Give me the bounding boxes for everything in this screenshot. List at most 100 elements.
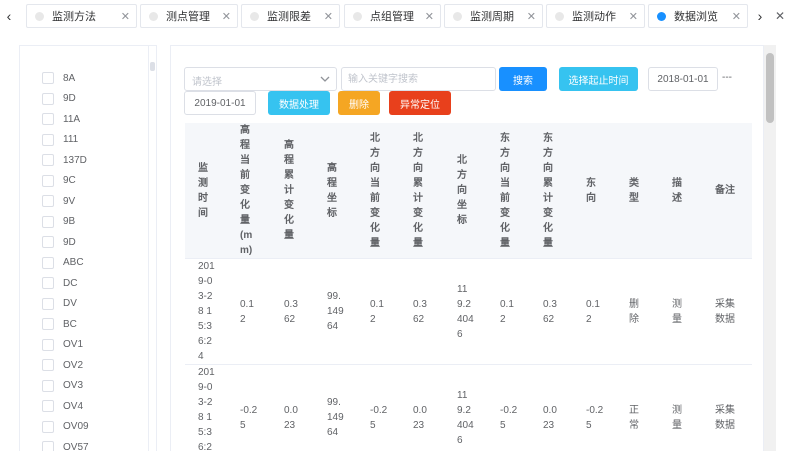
tab-status-dot — [250, 11, 259, 21]
tree-item[interactable]: DC — [42, 276, 77, 290]
close-icon[interactable]: ✕ — [732, 10, 741, 23]
tree-item[interactable]: ABC — [42, 256, 84, 270]
table-cell-value: 0.12 — [240, 298, 254, 325]
date-separator: --- — [722, 72, 732, 83]
tree-item[interactable]: OV2 — [42, 358, 83, 372]
tree-item-checkbox[interactable] — [42, 256, 54, 269]
tree-item-checkbox[interactable] — [42, 195, 54, 207]
tree-item-label: 9V — [63, 195, 76, 207]
table-cell: 采集数据 — [702, 258, 752, 365]
tree-item-checkbox[interactable] — [42, 133, 54, 146]
tree-scrollbar[interactable] — [148, 46, 156, 451]
tree-scrollbar-thumb[interactable] — [150, 62, 155, 71]
tab-monitor-tolerance[interactable]: 监测限差 ✕ — [241, 4, 340, 28]
tree-item[interactable]: 8A — [42, 71, 75, 85]
tree-item[interactable]: OV1 — [42, 338, 83, 352]
tree-item[interactable]: BC — [42, 317, 77, 331]
table-cell: 0.023 — [271, 364, 314, 451]
tree-item-label: 9B — [63, 216, 76, 227]
close-icon[interactable]: ✕ — [629, 10, 638, 23]
tree-item-checkbox[interactable] — [42, 113, 54, 125]
window-scrollbar-thumb[interactable] — [766, 53, 774, 123]
tree-item[interactable]: 9B — [42, 215, 75, 229]
tree-item[interactable]: 11A — [42, 112, 80, 126]
tab-point-management[interactable]: 测点管理 ✕ — [140, 4, 238, 28]
point-select[interactable]: 请选择 — [184, 67, 337, 91]
table-cell-value: 99.14964 — [327, 397, 344, 438]
tree-item-checkbox[interactable] — [42, 277, 54, 289]
tree-item-checkbox[interactable] — [42, 297, 54, 310]
table-header-label: 高程坐标 — [327, 162, 337, 219]
tree-item[interactable]: OV09 — [42, 420, 89, 434]
tree-item-label: 137D — [63, 154, 87, 166]
tabs-scroll-left-icon[interactable]: ‹ — [0, 0, 18, 31]
tree-item-checkbox[interactable] — [42, 359, 54, 371]
tree-item[interactable]: OV57 — [42, 440, 89, 451]
table-cell-value: 0.023 — [413, 404, 427, 431]
close-icon[interactable]: ✕ — [324, 10, 333, 23]
tree-item[interactable]: OV4 — [42, 399, 83, 413]
tree-item[interactable]: 137D — [42, 153, 87, 167]
table-header-cell: 备注 — [702, 123, 752, 259]
select-date-range-button[interactable]: 选择起止时间 — [559, 67, 638, 91]
table-cell: -0.25 — [227, 364, 271, 451]
table-cell: -0.25 — [487, 364, 530, 451]
tree-item[interactable]: 111 — [42, 133, 78, 147]
tree-item-checkbox[interactable] — [42, 236, 54, 248]
anomaly-locate-button[interactable]: 异常定位 — [389, 91, 451, 115]
table-cell-value: -0.25 — [370, 404, 388, 431]
tree-item[interactable]: DV — [42, 297, 77, 311]
tree-item-checkbox[interactable] — [42, 441, 54, 451]
tree-item-checkbox[interactable] — [42, 420, 54, 433]
table-row[interactable]: 2019-03-28 15:36:24 -0.25 0.023 99.14964 -0.… — [185, 364, 752, 451]
tree-item[interactable]: 9D — [42, 235, 76, 249]
window-scrollbar[interactable] — [764, 45, 776, 451]
table-row[interactable]: 2019-03-28 15:36:24 0.12 0.362 99.14964 0.12… — [185, 258, 752, 365]
end-date-field[interactable]: 2019-01-01 — [184, 91, 256, 115]
table-cell-value: 0.023 — [543, 404, 557, 431]
search-button[interactable]: 搜索 — [499, 67, 547, 91]
table-cell-value: 0.12 — [586, 298, 600, 325]
table-header-cell: 描述 — [659, 123, 702, 259]
tab-data-browse[interactable]: 数据浏览 ✕ — [648, 4, 748, 28]
table-cell-value: 99.14964 — [327, 291, 344, 332]
tab-monitor-method[interactable]: 监测方法 ✕ — [26, 4, 137, 28]
tree-item-checkbox[interactable] — [42, 400, 54, 412]
tree-item[interactable]: 9V — [42, 194, 75, 208]
tab-monitor-action[interactable]: 监测动作 ✕ — [546, 4, 645, 28]
tree-item-checkbox[interactable] — [42, 215, 54, 228]
tabs-scroll-right-icon[interactable]: › — [751, 0, 769, 31]
tree-item-label: OV57 — [63, 441, 89, 451]
data-table: 监测时间 高程当前变化量(mm) 高程累计变化量 高程坐标 北方向当前变化量 北方向累计变… — [185, 123, 752, 451]
tree-item-checkbox[interactable] — [42, 318, 54, 330]
close-icon[interactable]: ✕ — [222, 10, 231, 23]
delete-button[interactable]: 删除 — [338, 91, 380, 115]
table-cell-value: 0.362 — [284, 298, 298, 325]
table-cell-value: 0.362 — [413, 298, 427, 325]
tree-item-checkbox[interactable] — [42, 92, 54, 105]
table-cell-value: 2019-03-28 15:36:24 — [198, 261, 215, 362]
tree-item-checkbox[interactable] — [42, 338, 54, 351]
tree-item-checkbox[interactable] — [42, 379, 54, 392]
tree-item-checkbox[interactable] — [42, 72, 54, 84]
close-icon[interactable]: ✕ — [425, 10, 434, 23]
keyword-search-input[interactable] — [341, 67, 496, 91]
tab-label: 测点管理 — [166, 11, 210, 23]
close-icon[interactable]: ✕ — [121, 10, 130, 23]
tab-group-management[interactable]: 点组管理 ✕ — [344, 4, 441, 28]
data-process-button[interactable]: 数据处理 — [268, 91, 330, 115]
tree-item[interactable]: OV3 — [42, 379, 83, 393]
table-cell-value: 采集数据 — [715, 404, 735, 431]
table-cell-value: 0.12 — [500, 298, 514, 325]
tab-label: 监测限差 — [267, 11, 311, 23]
close-icon[interactable]: ✕ — [527, 10, 536, 23]
tree-item[interactable]: 9C — [42, 174, 76, 188]
close-all-tabs-icon[interactable]: ✕ — [770, 0, 790, 31]
tree-item-checkbox[interactable] — [42, 154, 54, 166]
table-cell: -0.25 — [573, 364, 616, 451]
tree-item[interactable]: 9D — [42, 92, 76, 106]
tree-item-checkbox[interactable] — [42, 174, 54, 187]
start-date-field[interactable]: 2018-01-01 — [648, 67, 718, 91]
tree-item-label: 111 — [63, 134, 79, 145]
tab-monitor-cycle[interactable]: 监测周期 ✕ — [444, 4, 543, 28]
